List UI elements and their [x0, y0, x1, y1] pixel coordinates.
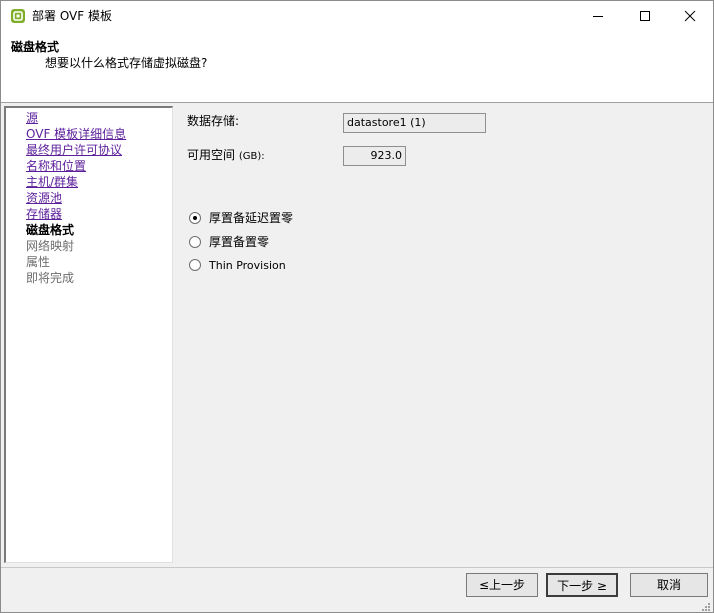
datastore-label: 数据存储:	[187, 114, 240, 128]
option-label: 厚置备置零	[209, 235, 270, 249]
cancel-button[interactable]: 取消	[630, 573, 708, 597]
close-button[interactable]	[667, 1, 713, 31]
wizard-header: 磁盘格式 想要以什么格式存储虚拟磁盘?	[1, 31, 713, 103]
step-disk-format: 磁盘格式	[26, 223, 75, 237]
maximize-button[interactable]	[622, 1, 668, 31]
window-title: 部署 OVF 模板	[32, 9, 112, 23]
back-button[interactable]: ≤上一步	[466, 573, 538, 597]
option-label: 厚置备延迟置零	[209, 211, 294, 225]
page-subtitle: 想要以什么格式存储虚拟磁盘?	[45, 56, 208, 70]
radio-button-checked[interactable]	[189, 212, 201, 224]
vsphere-logo-icon	[11, 9, 25, 23]
minimize-icon	[593, 16, 603, 17]
footer-divider	[1, 567, 713, 568]
datastore-field: datastore1 (1)	[343, 113, 486, 133]
step-properties: 属性	[26, 255, 51, 269]
wizard-steps-panel: 源 OVF 模板详细信息 最终用户许可协议 名称和位置 主机/群集 资源池 存储…	[4, 106, 173, 563]
step-ready-to-complete: 即将完成	[26, 271, 75, 285]
step-source[interactable]: 源	[26, 111, 38, 125]
free-space-unit: (GB):	[238, 151, 265, 162]
free-space-label-text: 可用空间	[187, 148, 236, 162]
maximize-icon	[640, 11, 650, 21]
next-button[interactable]: 下一步 ≥	[546, 573, 618, 597]
free-space-field: 923.0	[343, 146, 406, 166]
step-name-location[interactable]: 名称和位置	[26, 159, 86, 173]
step-eula[interactable]: 最终用户许可协议	[26, 143, 122, 157]
title-bar: 部署 OVF 模板	[1, 1, 713, 31]
deploy-ovf-window: 部署 OVF 模板 磁盘格式 想要以什么格式存储虚拟磁盘? 源 OVF 模板详细…	[0, 0, 714, 613]
step-network-mapping: 网络映射	[26, 239, 75, 253]
step-ovf-details[interactable]: OVF 模板详细信息	[26, 127, 126, 141]
radio-button[interactable]	[189, 236, 201, 248]
step-storage[interactable]: 存储器	[26, 207, 62, 221]
step-host-cluster[interactable]: 主机/群集	[26, 175, 78, 189]
close-icon	[684, 10, 696, 22]
page-title: 磁盘格式	[11, 40, 60, 54]
free-space-label: 可用空间 (GB):	[187, 148, 265, 164]
minimize-button[interactable]	[575, 1, 621, 31]
resize-grip-icon[interactable]	[701, 602, 711, 612]
step-resource-pool[interactable]: 资源池	[26, 191, 62, 205]
radio-button[interactable]	[189, 259, 201, 271]
option-label: Thin Provision	[209, 259, 286, 272]
